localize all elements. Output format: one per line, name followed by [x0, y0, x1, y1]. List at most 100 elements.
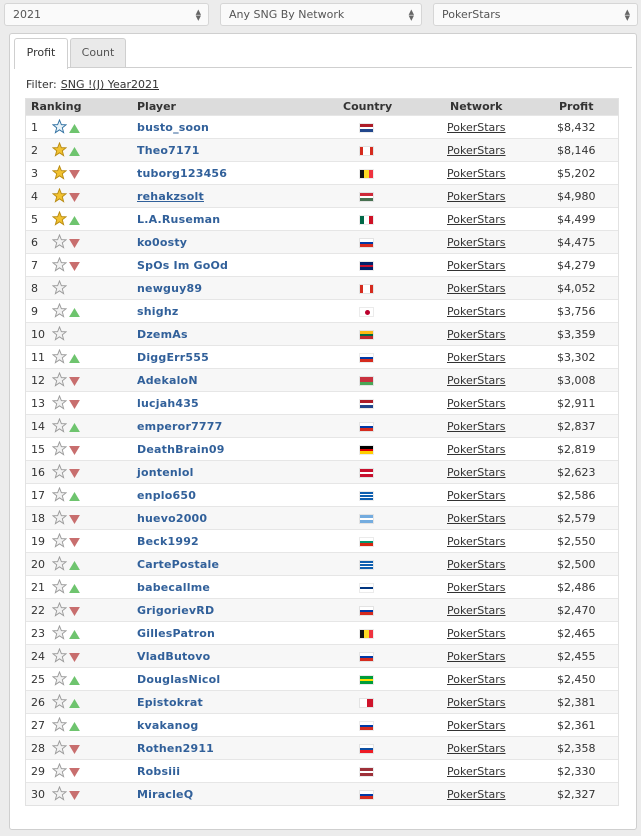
player-link[interactable]: MiracleQ	[137, 788, 193, 801]
russia-flag-icon	[359, 606, 374, 616]
player-link[interactable]: Epistokrat	[137, 696, 203, 709]
gray-star-icon	[51, 463, 68, 479]
player-link[interactable]: huevo2000	[137, 512, 207, 525]
table-body: 1 busto_soon PokerStars $8,432 2 Theo7171 Poke…	[26, 115, 618, 805]
profit-value: $3,359	[557, 328, 596, 341]
header-profit[interactable]: Profit	[559, 100, 593, 113]
network-link[interactable]: PokerStars	[447, 742, 506, 755]
rank-number: 3	[31, 167, 38, 180]
gray-star-icon	[51, 739, 68, 755]
network-link[interactable]: PokerStars	[447, 305, 506, 318]
network-link[interactable]: PokerStars	[447, 236, 506, 249]
tab-count[interactable]: Count	[70, 38, 126, 68]
player-link[interactable]: busto_soon	[137, 121, 209, 134]
player-link[interactable]: Robsiii	[137, 765, 180, 778]
network-link[interactable]: PokerStars	[447, 604, 506, 617]
gold-star-icon	[51, 141, 68, 157]
player-link[interactable]: Theo7171	[137, 144, 200, 157]
russia-flag-icon	[359, 353, 374, 363]
network-link[interactable]: PokerStars	[447, 673, 506, 686]
table-row: 21 babecallme PokerStars $2,486	[26, 575, 618, 598]
player-link[interactable]: jontenlol	[137, 466, 194, 479]
player-link[interactable]: newguy89	[137, 282, 202, 295]
rank-number: 7	[31, 259, 38, 272]
profit-value: $2,837	[557, 420, 596, 433]
profit-value: $2,330	[557, 765, 596, 778]
table-row: 29 Robsiii PokerStars $2,330	[26, 759, 618, 782]
player-link[interactable]: rehakzsolt	[137, 190, 204, 203]
network-link[interactable]: PokerStars	[447, 121, 506, 134]
network-link[interactable]: PokerStars	[447, 420, 506, 433]
player-link[interactable]: CartePostale	[137, 558, 219, 571]
network-link[interactable]: PokerStars	[447, 581, 506, 594]
trend-up-icon	[69, 123, 80, 133]
player-link[interactable]: shighz	[137, 305, 178, 318]
network-link[interactable]: PokerStars	[447, 558, 506, 571]
network-link[interactable]: PokerStars	[447, 512, 506, 525]
table-row: 7 SpOs Im GoOd PokerStars $4,279	[26, 253, 618, 276]
player-link[interactable]: DiggErr555	[137, 351, 209, 364]
type-select-value: Any SNG By Network	[229, 8, 345, 21]
player-link[interactable]: kvakanog	[137, 719, 199, 732]
player-link[interactable]: VladButovo	[137, 650, 210, 663]
player-link[interactable]: AdekaloN	[137, 374, 198, 387]
network-link[interactable]: PokerStars	[447, 351, 506, 364]
header-network[interactable]: Network	[450, 100, 502, 113]
player-link[interactable]: DzemAs	[137, 328, 188, 341]
player-link[interactable]: enplo650	[137, 489, 196, 502]
player-link[interactable]: lucjah435	[137, 397, 199, 410]
player-link[interactable]: SpOs Im GoOd	[137, 259, 228, 272]
network-link[interactable]: PokerStars	[447, 719, 506, 732]
player-link[interactable]: ko0osty	[137, 236, 187, 249]
network-link[interactable]: PokerStars	[447, 696, 506, 709]
gray-star-icon	[51, 302, 68, 318]
player-link[interactable]: DeathBrain09	[137, 443, 225, 456]
rank-number: 1	[31, 121, 38, 134]
network-link[interactable]: PokerStars	[447, 650, 506, 663]
player-link[interactable]: GrigorievRD	[137, 604, 214, 617]
network-link[interactable]: PokerStars	[447, 397, 506, 410]
network-link[interactable]: PokerStars	[447, 259, 506, 272]
network-select[interactable]: PokerStars ▲ ▼	[433, 3, 638, 26]
player-link[interactable]: Beck1992	[137, 535, 199, 548]
type-select[interactable]: Any SNG By Network ▲ ▼	[220, 3, 422, 26]
profit-value: $5,202	[557, 167, 596, 180]
player-link[interactable]: GillesPatron	[137, 627, 215, 640]
year-select[interactable]: 2021 ▲ ▼	[4, 3, 209, 26]
network-link[interactable]: PokerStars	[447, 374, 506, 387]
rank-number: 10	[31, 328, 45, 341]
rank-number: 29	[31, 765, 45, 778]
player-link[interactable]: emperor7777	[137, 420, 222, 433]
player-link[interactable]: Rothen2911	[137, 742, 214, 755]
table-row: 9 shighz PokerStars $3,756	[26, 299, 618, 322]
rank-number: 30	[31, 788, 45, 801]
network-link[interactable]: PokerStars	[447, 190, 506, 203]
player-link[interactable]: tuborg123456	[137, 167, 227, 180]
trend-up-icon	[69, 146, 80, 156]
trend-down-icon	[69, 514, 80, 524]
trend-up-icon	[69, 698, 80, 708]
player-link[interactable]: L.A.Ruseman	[137, 213, 220, 226]
network-link[interactable]: PokerStars	[447, 144, 506, 157]
network-link[interactable]: PokerStars	[447, 627, 506, 640]
network-link[interactable]: PokerStars	[447, 282, 506, 295]
network-link[interactable]: PokerStars	[447, 765, 506, 778]
player-link[interactable]: DouglasNicol	[137, 673, 220, 686]
network-link[interactable]: PokerStars	[447, 328, 506, 341]
header-player[interactable]: Player	[137, 100, 176, 113]
rank-number: 12	[31, 374, 45, 387]
rank-number: 21	[31, 581, 45, 594]
header-ranking[interactable]: Ranking	[31, 100, 82, 113]
tab-profit[interactable]: Profit	[14, 38, 68, 69]
rank-number: 22	[31, 604, 45, 617]
network-link[interactable]: PokerStars	[447, 466, 506, 479]
network-link[interactable]: PokerStars	[447, 788, 506, 801]
network-link[interactable]: PokerStars	[447, 443, 506, 456]
network-link[interactable]: PokerStars	[447, 167, 506, 180]
network-link[interactable]: PokerStars	[447, 535, 506, 548]
network-link[interactable]: PokerStars	[447, 213, 506, 226]
filter-link[interactable]: SNG !(J) Year2021	[61, 78, 159, 91]
player-link[interactable]: babecallme	[137, 581, 210, 594]
header-country[interactable]: Country	[343, 100, 392, 113]
network-link[interactable]: PokerStars	[447, 489, 506, 502]
